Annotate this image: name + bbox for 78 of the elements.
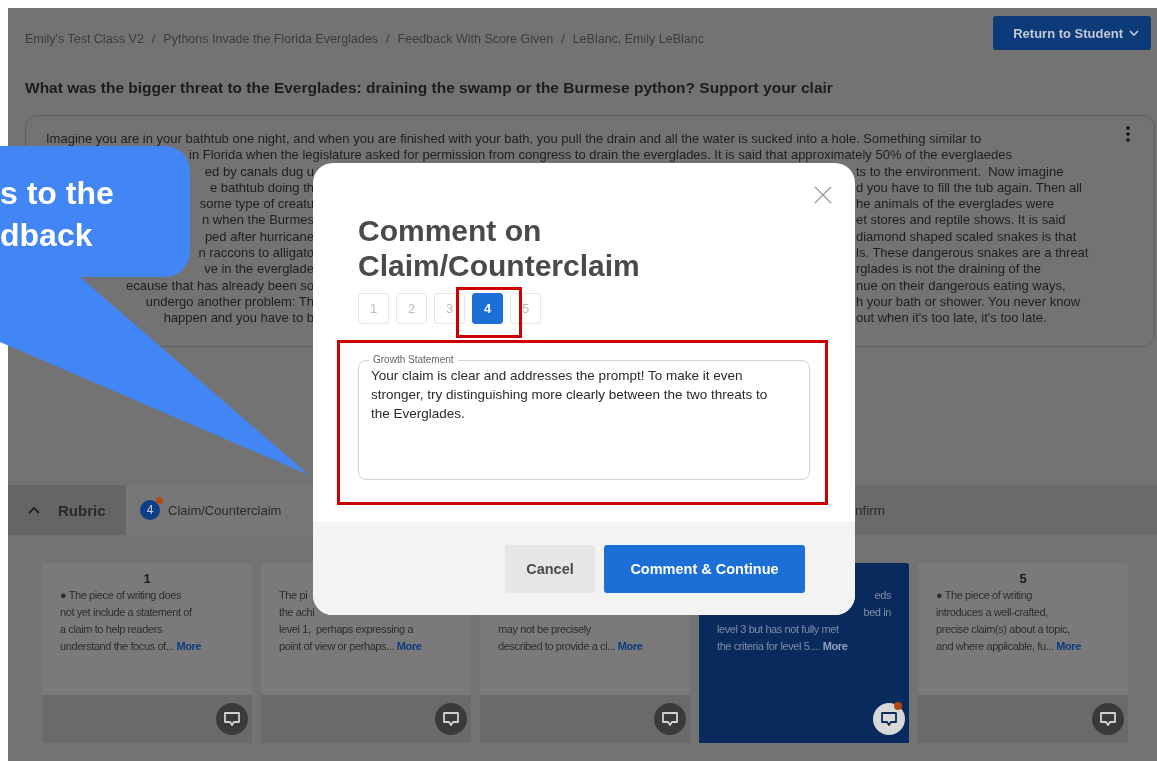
level-description: level 3 but has not fully met: [717, 623, 839, 635]
level-description: bed in: [863, 606, 891, 618]
cancel-button[interactable]: Cancel: [505, 544, 595, 593]
essay-line: Imagine you are in your bathtub one night, and when you are finished with your bath, you pull the drain and all the water is sucked into a hole. Something similar to: [46, 131, 982, 146]
level-number: 5: [1019, 571, 1027, 586]
level-number: 1: [143, 571, 151, 586]
rubric-level-card[interactable]: 5 ● The piece of writing introduces a well-crafted, precise claim(s) about a topic, and where applicable, fu... More: [918, 563, 1128, 743]
essay-line: ped after hurricane: [204, 228, 314, 244]
close-icon[interactable]: [813, 185, 833, 205]
more-link[interactable]: More: [1056, 640, 1081, 652]
essay-line: ts to the environment. Now imagine: [856, 163, 1065, 180]
more-link[interactable]: More: [176, 640, 202, 652]
level-description: level 1, perhaps expressing a: [279, 623, 414, 635]
chat-icon[interactable]: [1092, 703, 1124, 735]
caret-up-icon: [28, 506, 40, 514]
level-description: ● The piece of writing: [936, 589, 1033, 601]
rubric-level-card[interactable]: 1 ● The piece of writing does not yet include a statement of a claim to help readers understand the focus of... More: [42, 563, 252, 743]
score-step[interactable]: 4: [472, 293, 503, 324]
essay-line: n when the Burmes: [202, 212, 314, 228]
breadcrumb-separator: /: [561, 32, 565, 47]
level-description: understand the focus of...: [60, 640, 174, 652]
essay-line: rglades is not the draining of the: [856, 261, 1042, 278]
essay-line: e bathtub doing th: [209, 179, 314, 195]
comment-continue-button[interactable]: Comment & Continue: [604, 544, 805, 593]
essay-line: et stores and reptile shows. It is said: [856, 212, 1067, 229]
chat-icon[interactable]: [654, 703, 686, 735]
essay-line: ed by canals dug u: [204, 163, 314, 179]
score-step[interactable]: 2: [396, 293, 427, 324]
rubric-toggle[interactable]: Rubric: [8, 485, 126, 535]
essay-line: out when it's too late, it's too late.: [856, 310, 1048, 327]
breadcrumb-separator: /: [151, 32, 156, 47]
essay-line: ls. These dangerous snakes are a threat: [856, 245, 1090, 262]
essay-line: nue on their dangerous eating ways,: [856, 277, 1067, 294]
chat-icon[interactable]: [873, 703, 905, 735]
more-options-icon[interactable]: [1126, 126, 1130, 142]
field-label: Growth Statement: [372, 354, 455, 366]
essay-line: some type of creatu: [199, 196, 314, 212]
callout-text: s to the dback: [0, 174, 114, 255]
level-description: introduces a well-crafted,: [936, 606, 1048, 618]
essay-line: in Florida when the legislature asked for permission from congress to drain the everglades. It is said that approximately 50% of the everglaedes: [189, 147, 1013, 163]
highlight-frame: [456, 287, 522, 338]
level-description: ● The piece of writing does: [60, 589, 181, 601]
essay-line: d you have to fill the tub again. Then all: [856, 179, 1083, 197]
essay-line: ecause that has already been so: [126, 277, 314, 293]
more-link[interactable]: More: [617, 640, 643, 652]
level-description: the achi: [279, 606, 315, 618]
level-description: eds: [874, 589, 891, 601]
notification-dot: [156, 497, 163, 504]
essay-line: ve in the everglade: [204, 261, 314, 277]
chat-icon[interactable]: [216, 703, 248, 735]
level-description: The pi: [279, 589, 308, 601]
essay-line: he animals of the everglades were: [856, 196, 1055, 213]
level-description: and where applicable, fu...: [936, 640, 1054, 652]
essay-line: diamond shaped scaled snakes is that: [856, 228, 1078, 246]
question-title: What was the bigger threat to the Everglades: draining the swamp or the Burmese python? Support your clair: [24, 78, 834, 97]
criterion-tab[interactable]: nfirm: [831, 485, 899, 535]
breadcrumb-separator: /: [386, 32, 390, 47]
chat-icon[interactable]: [435, 703, 467, 735]
score-step[interactable]: 1: [358, 293, 389, 324]
essay-line: happen and you have to b: [163, 310, 314, 326]
level-description: described to provide a cl...: [498, 640, 616, 652]
level-description: may not be precisely: [498, 623, 591, 635]
level-description: a claim to help readers: [60, 623, 163, 635]
more-link[interactable]: More: [822, 640, 848, 652]
level-description: the criteria for level 5....: [717, 640, 821, 652]
essay-line: h your bath or shower. You never know: [856, 293, 1082, 311]
level-description: precise claim(s) about a topic,: [936, 623, 1070, 635]
essay-line: n raccons to alligato: [198, 245, 314, 261]
score-badge: 4: [140, 500, 160, 520]
chevron-down-icon: [1129, 29, 1139, 37]
more-link[interactable]: More: [396, 640, 422, 652]
level-description: not yet include a statement of: [60, 606, 192, 618]
score-step[interactable]: 5: [510, 293, 541, 324]
dialog-title: Comment on Claim/Counterclaim: [358, 213, 641, 283]
essay-line: undergo another problem: Th: [145, 293, 314, 309]
return-to-student-button[interactable]: Return to Student: [993, 16, 1151, 50]
growth-statement-field[interactable]: Growth Statement Your claim is clear and addresses the prompt! To make it even stronger, try distinguishing more clearly between the two threats to the Everglades.: [358, 354, 810, 480]
level-description: point of view or perhaps...: [279, 640, 395, 652]
